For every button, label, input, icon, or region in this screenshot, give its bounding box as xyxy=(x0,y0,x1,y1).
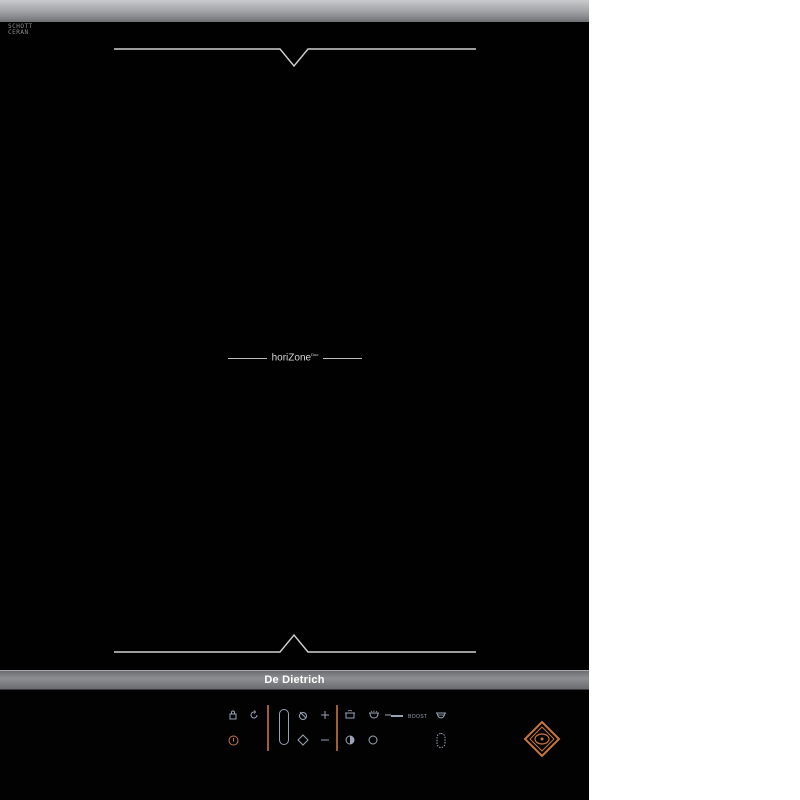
plus-icon[interactable] xyxy=(319,709,331,721)
horizone-text: horiZoneDuo xyxy=(271,352,319,364)
brand-name: De Dietrich xyxy=(264,674,325,686)
timer-down-icon[interactable] xyxy=(296,733,310,747)
keep-warm-icon[interactable] xyxy=(248,709,260,721)
ceran-text: CERAN xyxy=(8,29,29,36)
slider-left-icon[interactable] xyxy=(262,704,274,752)
induction-hob: SCHOTT CERAN horiZoneDuo De Dietrich BOO… xyxy=(0,0,589,800)
horizone-line-left xyxy=(228,357,267,359)
lock-icon[interactable] xyxy=(227,709,239,721)
slider-right-icon[interactable] xyxy=(332,704,342,752)
brand-emblem-icon xyxy=(522,719,562,759)
casserole-icon[interactable] xyxy=(367,709,381,721)
full-zone-icon[interactable] xyxy=(367,734,379,746)
schott-ceran-mark: SCHOTT CERAN xyxy=(8,24,33,36)
control-strip xyxy=(0,690,589,800)
timer-icon[interactable] xyxy=(296,708,310,722)
zone-selector-icon[interactable] xyxy=(277,707,291,747)
glass-cooktop xyxy=(0,22,589,670)
power-icon[interactable] xyxy=(227,734,240,747)
product-photo: SCHOTT CERAN horiZoneDuo De Dietrich BOO… xyxy=(0,0,800,800)
brand-bar: De Dietrich xyxy=(0,670,589,690)
boost-label: BOOST xyxy=(408,714,428,720)
top-metal-trim xyxy=(0,0,589,22)
wok-icon[interactable] xyxy=(434,709,448,721)
bridge-zone-icon[interactable] xyxy=(434,731,448,749)
minus-icon[interactable] xyxy=(319,734,331,746)
half-zone-icon[interactable] xyxy=(344,734,356,746)
horizone-line-right xyxy=(323,357,362,359)
pot-icon[interactable] xyxy=(343,709,357,721)
pan-icon[interactable] xyxy=(384,712,404,720)
horizone-label: horiZoneDuo xyxy=(228,350,362,366)
